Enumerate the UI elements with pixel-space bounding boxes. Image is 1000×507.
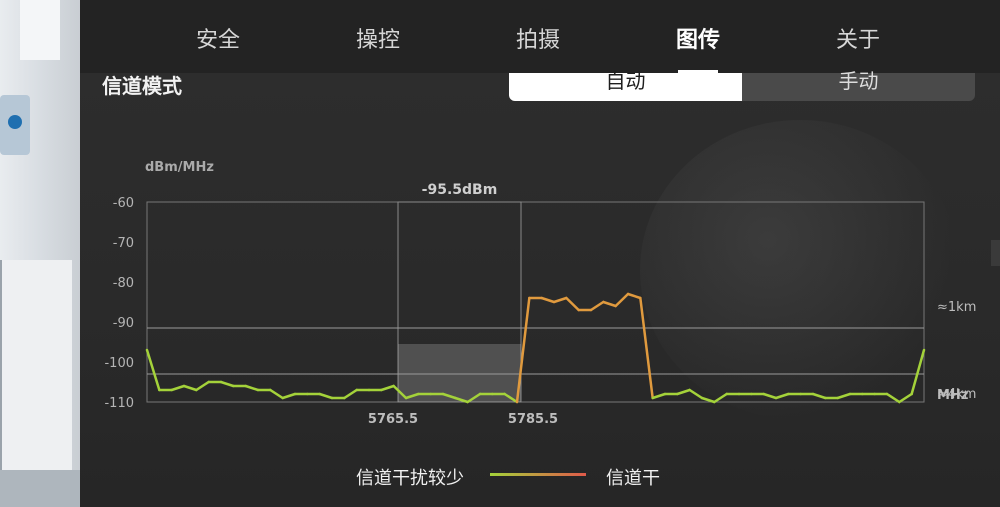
series-line-segment	[898, 392, 913, 404]
series-line-segment	[170, 384, 186, 392]
series-line-segment	[676, 388, 691, 396]
y-tick-label: -70	[113, 236, 134, 251]
series-line-segment	[774, 392, 790, 400]
legend-gradient-line	[490, 473, 586, 476]
series-line-segment	[540, 296, 556, 304]
series-line-segment	[219, 380, 235, 388]
x-tick-label: 5765.5	[368, 412, 418, 427]
series-line-segment	[885, 392, 901, 404]
interference-chart[interactable]: -95.5dBm≈1km≈4km-60-70-80-90-100-1105765…	[0, 0, 1000, 507]
series-line-segment	[244, 384, 260, 392]
series-line-segment	[318, 392, 334, 400]
series-line-segment	[713, 392, 728, 404]
series-line-segment	[380, 384, 395, 392]
series-line-segment	[614, 292, 630, 308]
series-line-segment	[836, 392, 852, 400]
side-handle[interactable]	[991, 240, 1000, 266]
series-line-segment	[688, 388, 704, 400]
series-line-segment	[762, 392, 778, 400]
series-line-segment	[626, 292, 642, 300]
series-line-segment	[589, 300, 605, 312]
series-line-segment	[811, 392, 827, 400]
legend-label-low-interference: 信道干扰较少	[356, 468, 464, 489]
series-line-segment	[552, 296, 568, 304]
series-line-segment	[651, 392, 667, 400]
series-line-segment	[195, 380, 210, 392]
series-line-segment	[145, 348, 161, 392]
series-line-segment	[565, 296, 580, 312]
reference-line-label: ≈1km	[937, 300, 976, 315]
legend-swatch	[490, 473, 586, 476]
legend-label-high-interference: 信道干	[606, 468, 660, 489]
plot-border	[146, 201, 925, 403]
y-tick-label: -90	[113, 316, 134, 331]
y-tick-label: -100	[104, 356, 134, 371]
series-line-segment	[281, 392, 297, 400]
series-line-segment	[182, 384, 198, 392]
x-tick-label: 5785.5	[508, 412, 558, 427]
y-tick-label: -80	[113, 276, 134, 291]
series-line-segment	[269, 388, 284, 400]
y-tick-label: -110	[104, 396, 134, 411]
x-unit-label: MHz	[937, 388, 968, 403]
series-line-segment	[700, 396, 716, 404]
y-tick-label: -60	[113, 196, 134, 211]
series-line-segment	[639, 296, 654, 400]
series-line-segment	[910, 348, 926, 396]
series-line-segment	[602, 300, 617, 308]
series-line-segment	[343, 388, 358, 400]
selected-band-value-label: -95.5dBm	[422, 182, 498, 198]
